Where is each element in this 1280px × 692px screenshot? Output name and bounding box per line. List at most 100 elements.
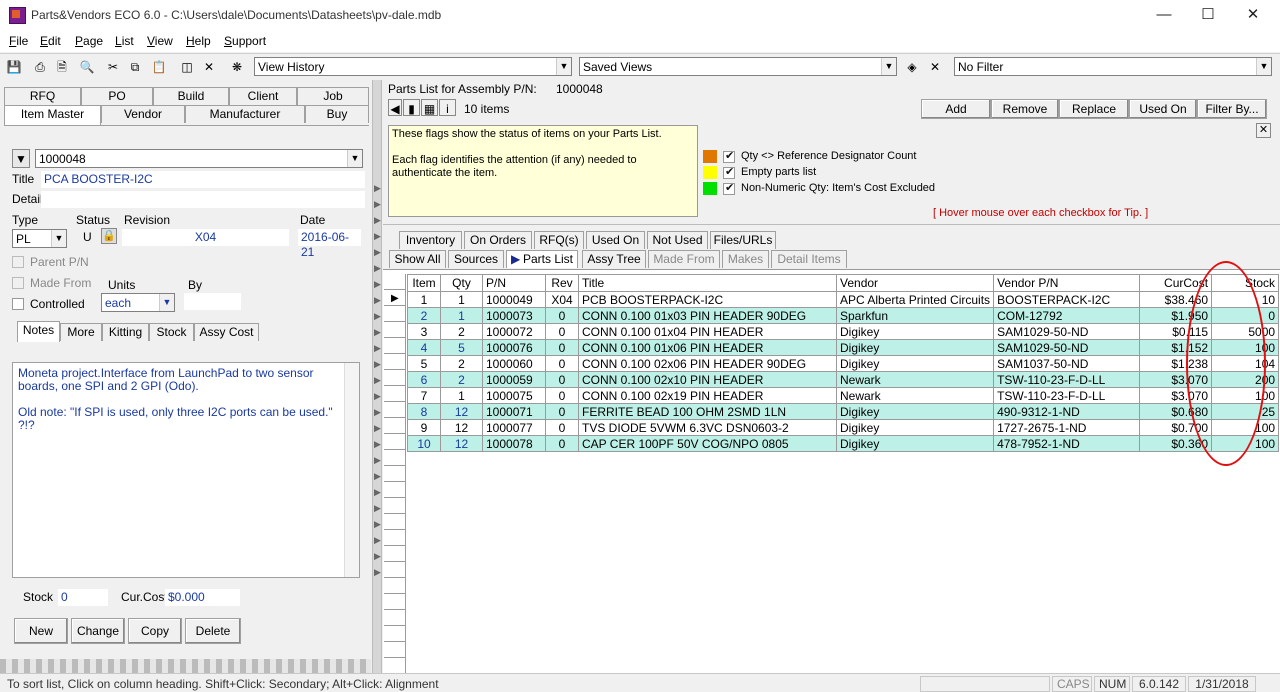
column-header-title[interactable]: Title xyxy=(578,274,837,292)
maximize-button[interactable]: ☐ xyxy=(1200,6,1216,24)
tab-build[interactable]: Build xyxy=(153,87,229,105)
table-row[interactable]: 6 2 1000059 0 CONN 0.100 02x10 PIN HEADER New… xyxy=(407,371,1280,388)
qty-refdes-checkbox[interactable] xyxy=(723,149,735,163)
filter-by-button[interactable]: Filter By... xyxy=(1197,99,1267,119)
grid-icon[interactable]: ▦ xyxy=(421,99,438,116)
parent-pn-checkbox[interactable] xyxy=(12,256,24,268)
table-row[interactable]: 7 1 1000075 0 CONN 0.100 02x19 PIN HEADER New… xyxy=(407,387,1280,404)
tab-detail-items[interactable]: Detail Items xyxy=(771,250,847,268)
column-header-rev[interactable]: Rev xyxy=(545,274,579,292)
empty-list-checkbox[interactable] xyxy=(723,165,735,179)
settings-icon[interactable]: ❋ xyxy=(228,57,246,76)
save-icon[interactable]: 💾 xyxy=(5,57,23,76)
tab-job[interactable]: Job xyxy=(297,87,369,105)
eraser-icon[interactable]: ◈ xyxy=(903,57,921,76)
saved-views-select[interactable]: Saved Views ▼ xyxy=(579,57,897,76)
info-icon[interactable]: i xyxy=(439,99,456,116)
tab-rfqs[interactable]: RFQ(s) xyxy=(534,231,584,249)
table-row[interactable]: 10 12 1000078 0 CAP CER 100PF 50V COG/NPO 08… xyxy=(407,435,1280,452)
tab-kitting[interactable]: Kitting xyxy=(102,323,149,341)
used-on-button[interactable]: Used On xyxy=(1129,99,1197,119)
tab-vendor[interactable]: Vendor xyxy=(101,105,185,123)
notes-scrollbar[interactable] xyxy=(344,363,359,577)
lock-icon[interactable]: 🔒 xyxy=(101,228,117,244)
tab-assy-tree[interactable]: Assy Tree xyxy=(582,250,646,268)
row-selector-column[interactable]: ▶ xyxy=(384,274,406,673)
menu-list[interactable]: List xyxy=(115,34,134,48)
tab-parts-list[interactable]: ▶ Parts List xyxy=(506,250,578,268)
copy-icon[interactable]: ⧉ xyxy=(126,57,144,76)
table-row[interactable]: 9 12 1000077 0 TVS DIODE 5VWM 6.3VC DSN0603-… xyxy=(407,419,1280,436)
new-button[interactable]: New xyxy=(14,618,68,644)
controlled-checkbox[interactable] xyxy=(12,298,24,310)
clear-filter-icon[interactable]: ✕ xyxy=(926,57,944,76)
column-header-pn[interactable]: P/N xyxy=(482,274,546,292)
part-number-select[interactable]: 1000048 ▼ xyxy=(35,149,363,168)
date-field[interactable]: 2016-06-21 xyxy=(298,229,361,259)
find-icon[interactable]: 🔍 xyxy=(78,57,96,76)
tab-files-urls[interactable]: Files/URLs xyxy=(710,231,776,249)
tab-manufacturer[interactable]: Manufacturer xyxy=(185,105,305,123)
tab-assy-cost[interactable]: Assy Cost xyxy=(194,323,259,341)
tab-used-on[interactable]: Used On xyxy=(586,231,645,249)
menu-file[interactable]: File xyxy=(9,34,28,48)
tab-more[interactable]: More xyxy=(60,323,102,341)
tab-sources[interactable]: Sources xyxy=(448,250,504,268)
print-preview-icon[interactable]: 🗎 xyxy=(53,57,71,76)
table-row[interactable]: 5 2 1000060 0 CONN 0.100 02x06 PIN HEADER 90… xyxy=(407,355,1280,372)
table-row[interactable]: 1 1 1000049 X04 PCB BOOSTERPACK-I2C APC Alber… xyxy=(407,291,1280,308)
column-header-item[interactable]: Item xyxy=(407,274,441,292)
tab-on-orders[interactable]: On Orders xyxy=(464,231,532,249)
tab-inventory[interactable]: Inventory xyxy=(399,231,462,249)
made-from-checkbox[interactable] xyxy=(12,277,24,289)
title-field[interactable]: PCA BOOSTER-I2C xyxy=(41,171,365,188)
remove-button[interactable]: Remove xyxy=(991,99,1059,119)
tab-show-all[interactable]: Show All xyxy=(389,250,446,268)
menu-support[interactable]: Support xyxy=(224,34,266,48)
print-icon[interactable]: ⎙ xyxy=(31,57,49,76)
menu-edit[interactable]: Edit xyxy=(40,34,61,48)
filter-select[interactable]: No Filter ▼ xyxy=(954,57,1272,76)
view-history-select[interactable]: View History ▼ xyxy=(254,57,572,76)
add-button[interactable]: Add xyxy=(921,99,991,119)
panel-splitter[interactable] xyxy=(0,659,371,674)
type-select[interactable]: PL ▼ xyxy=(12,229,67,248)
column-header-qty[interactable]: Qty xyxy=(440,274,483,292)
units-select[interactable]: each ▼ xyxy=(101,293,175,312)
table-row[interactable]: 8 12 1000071 0 FERRITE BEAD 100 OHM 2SMD 1LN… xyxy=(407,403,1280,420)
tab-made-from[interactable]: Made From xyxy=(648,250,720,268)
filter-icon[interactable]: ▼ xyxy=(12,149,30,168)
tab-stock[interactable]: Stock xyxy=(149,323,194,341)
revision-field[interactable]: X04 xyxy=(122,229,289,246)
notes-textarea[interactable]: Moneta project.Interface from LaunchPad … xyxy=(12,362,360,578)
menu-help[interactable]: Help xyxy=(186,34,211,48)
tab-notes[interactable]: Notes xyxy=(17,321,60,342)
tab-not-used[interactable]: Not Used xyxy=(647,231,708,249)
first-record-icon[interactable]: ◀ xyxy=(388,99,402,116)
close-flags-icon[interactable]: ✕ xyxy=(1256,123,1271,138)
table-row[interactable]: 4 5 1000076 0 CONN 0.100 01x06 PIN HEADER Dig… xyxy=(407,339,1280,356)
copy-button[interactable]: Copy xyxy=(128,618,182,644)
delete-icon[interactable]: ✕ xyxy=(200,57,218,76)
by-field[interactable] xyxy=(184,293,241,310)
tab-rfq[interactable]: RFQ xyxy=(4,87,81,105)
menu-page[interactable]: Page xyxy=(75,34,103,48)
vertical-splitter[interactable]: ▶ ▶ ▶ ▶ ▶ ▶ ▶ ▶ ▶ ▶ ▶ ▶ ▶ ▶ ▶ ▶ ▶ ▶ ▶ ▶ ▶ ▶ ▶ ▶ ▶ xyxy=(372,80,382,673)
replace-button[interactable]: Replace xyxy=(1059,99,1129,119)
column-header-vendor-pn[interactable]: Vendor P/N xyxy=(993,274,1141,292)
barcode-icon[interactable]: ▮ xyxy=(403,99,420,116)
cut-icon[interactable]: ✂ xyxy=(104,57,122,76)
change-button[interactable]: Change xyxy=(71,618,125,644)
tab-client[interactable]: Client xyxy=(229,87,297,105)
tab-makes[interactable]: Makes xyxy=(722,250,769,268)
tab-po[interactable]: PO xyxy=(81,87,153,105)
menu-view[interactable]: View xyxy=(147,34,173,48)
column-header-vendor[interactable]: Vendor xyxy=(835,274,995,292)
close-button[interactable]: ✕ xyxy=(1245,6,1261,24)
tab-item-master[interactable]: Item Master xyxy=(4,105,101,126)
non-numeric-checkbox[interactable] xyxy=(723,181,735,195)
tab-buy[interactable]: Buy xyxy=(305,105,369,123)
recycle-icon[interactable]: ◫ xyxy=(178,57,196,76)
table-row[interactable]: 3 2 1000072 0 CONN 0.100 01x04 PIN HEADER Dig… xyxy=(407,323,1280,340)
delete-button[interactable]: Delete xyxy=(185,618,241,644)
